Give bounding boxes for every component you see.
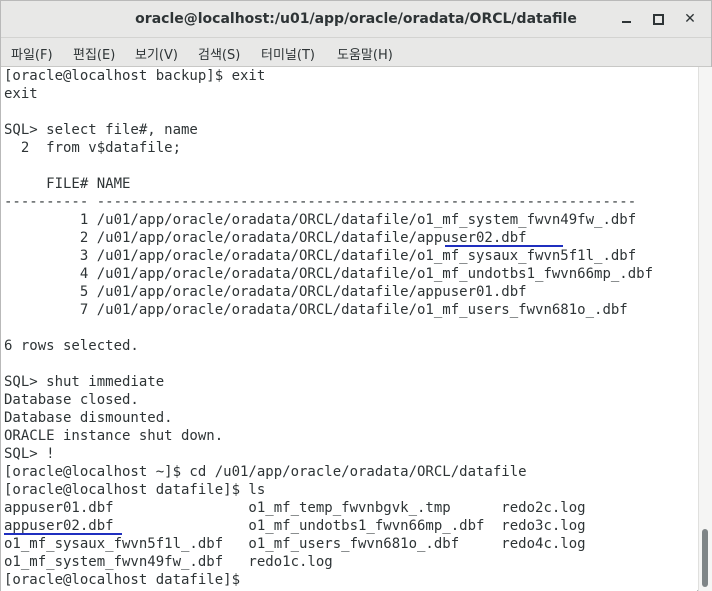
terminal-line: SQL> ! bbox=[4, 446, 55, 462]
terminal-line: o1_mf_sysaux_fwvn5f1l_.dbf o1_mf_users_f… bbox=[4, 536, 586, 552]
terminal-line: SQL> shut immediate bbox=[4, 374, 165, 390]
terminal-line: FILE# NAME bbox=[4, 176, 131, 192]
terminal-line: appuser01.dbf o1_mf_temp_fwvnbgvk_.tmp r… bbox=[4, 500, 586, 516]
terminal-window: oracle@localhost:/u01/app/oracle/oradata… bbox=[0, 0, 712, 591]
window-title: oracle@localhost:/u01/app/oracle/oradata… bbox=[135, 11, 577, 27]
menu-view[interactable]: 보기(V) bbox=[135, 44, 178, 63]
scrollbar-thumb[interactable] bbox=[702, 529, 708, 587]
menu-search[interactable]: 검색(S) bbox=[198, 44, 240, 63]
menu-edit[interactable]: 편집(E) bbox=[73, 44, 115, 63]
terminal-line: ORACLE instance shut down. bbox=[4, 428, 224, 444]
menu-help[interactable]: 도움말(H) bbox=[337, 44, 393, 63]
terminal-line: SQL> select file#, name bbox=[4, 122, 198, 138]
terminal-scrollbar[interactable] bbox=[698, 67, 712, 591]
terminal-line: 5 /u01/app/oracle/oradata/ORCL/datafile/… bbox=[4, 284, 527, 300]
terminal-line: Database closed. bbox=[4, 392, 139, 408]
menu-terminal[interactable]: 터미널(T) bbox=[261, 44, 315, 63]
terminal-line: 7 /u01/app/oracle/oradata/ORCL/datafile/… bbox=[4, 302, 628, 318]
minimize-button[interactable] bbox=[616, 9, 636, 29]
terminal-line: 1 /u01/app/oracle/oradata/ORCL/datafile/… bbox=[4, 212, 637, 228]
terminal-line: ---------- -----------------------------… bbox=[4, 194, 637, 210]
menu-file[interactable]: 파일(F) bbox=[11, 44, 53, 63]
terminal-line: [oracle@localhost backup]$ exit bbox=[4, 68, 266, 84]
terminal-line: [oracle@localhost datafile]$ ls bbox=[4, 482, 266, 498]
appuser02-underline-query bbox=[445, 245, 563, 247]
terminal-output[interactable]: [oracle@localhost backup]$ exit exit SQL… bbox=[1, 67, 697, 591]
close-icon: ✕ bbox=[684, 11, 696, 27]
maximize-icon bbox=[652, 13, 664, 25]
minimize-icon bbox=[621, 21, 631, 23]
terminal-line: o1_mf_system_fwvn49fw_.dbf redo1c.log bbox=[4, 554, 333, 570]
terminal-line: Database dismounted. bbox=[4, 410, 173, 426]
terminal-line: 2 from v$datafile; bbox=[4, 140, 182, 156]
terminal-line: exit bbox=[4, 86, 38, 102]
terminal-line: 3 /u01/app/oracle/oradata/ORCL/datafile/… bbox=[4, 248, 637, 264]
terminal-line: [oracle@localhost ~]$ cd /u01/app/oracle… bbox=[4, 464, 527, 480]
terminal-line: [oracle@localhost datafile]$ bbox=[4, 572, 249, 588]
title-bar[interactable]: oracle@localhost:/u01/app/oracle/oradata… bbox=[1, 1, 711, 38]
terminal-line: 4 /u01/app/oracle/oradata/ORCL/datafile/… bbox=[4, 266, 654, 282]
close-button[interactable]: ✕ bbox=[680, 9, 700, 29]
maximize-button[interactable] bbox=[648, 9, 668, 29]
appuser02-underline-ls bbox=[4, 533, 122, 535]
terminal-line: 6 rows selected. bbox=[4, 338, 139, 354]
menu-bar: 파일(F) 편집(E) 보기(V) 검색(S) 터미널(T) 도움말(H) bbox=[1, 38, 711, 67]
